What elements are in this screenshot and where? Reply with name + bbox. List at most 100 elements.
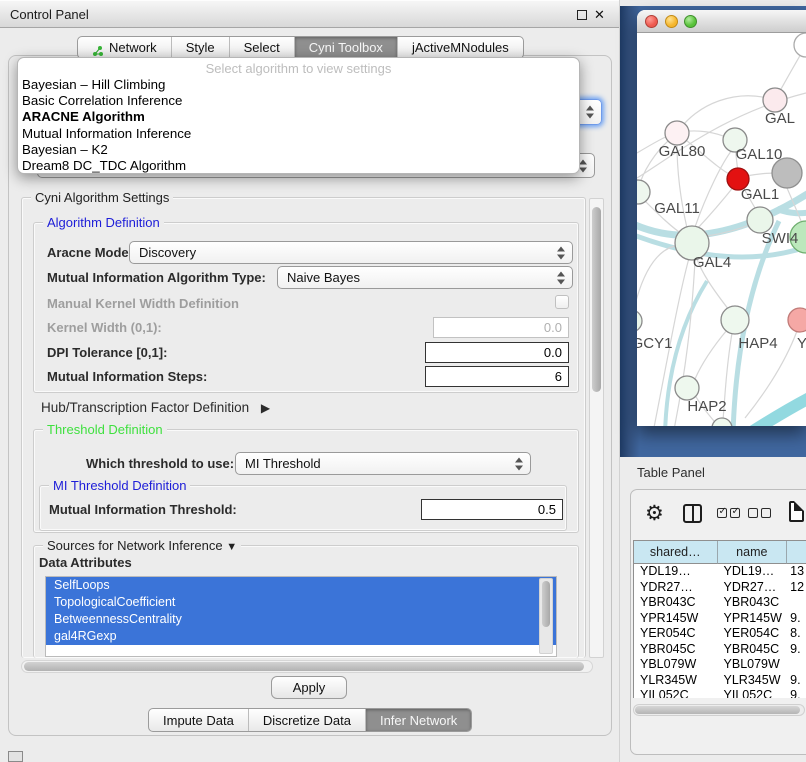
- mi-type-combobox[interactable]: Naive Bayes: [277, 266, 573, 289]
- table-row[interactable]: YBL079WYBL079W: [634, 657, 806, 673]
- table-row[interactable]: YBR043CYBR043C: [634, 595, 806, 611]
- attributes-scrollbar-thumb[interactable]: [542, 581, 550, 627]
- table-row[interactable]: YLR345WYLR345W9.: [634, 673, 806, 689]
- tab-select[interactable]: Select: [229, 37, 294, 58]
- column-header-shared-name[interactable]: shared…: [634, 541, 718, 564]
- tab-discretize-data[interactable]: Discretize Data: [248, 709, 365, 731]
- cell-value: 9.: [787, 688, 806, 698]
- tab-network[interactable]: Network: [78, 37, 171, 58]
- network-window-titlebar[interactable]: [637, 10, 806, 33]
- cell-name: YBR043C: [718, 595, 788, 611]
- combo-stepper-icon: [586, 106, 594, 119]
- algorithm-definition-legend: Algorithm Definition: [43, 215, 164, 230]
- network-canvas[interactable]: GAL GAL80 GAL10 GAL1 GAL11 SWI4 GAL4 GCY…: [637, 33, 806, 426]
- mi-threshold-label: Mutual Information Threshold:: [49, 502, 237, 517]
- node-gal80[interactable]: [665, 121, 689, 145]
- cell-name: YLR345W: [718, 673, 788, 689]
- unchecked-box-icon: [761, 508, 771, 518]
- which-threshold-combobox[interactable]: MI Threshold: [235, 452, 531, 475]
- tab-infer-network[interactable]: Infer Network: [365, 709, 471, 731]
- cell-value: 9.: [787, 642, 806, 658]
- node-gcy1[interactable]: [637, 310, 642, 332]
- table-row[interactable]: YDR27…YDR27…12: [634, 580, 806, 596]
- network-edges-thick: [637, 191, 806, 426]
- select-all-icon[interactable]: [717, 508, 740, 518]
- node-label: Y: [797, 335, 806, 352]
- tab-jactive-label: jActiveMNodules: [412, 37, 509, 58]
- table-panel: ⚙ shared… name YDL19…YDL19…13 YDR27…YDR2…: [630, 489, 806, 755]
- column-layout-icon[interactable]: [683, 504, 702, 523]
- table-hscrollbar-thumb[interactable]: [635, 706, 800, 714]
- dpi-tolerance-input[interactable]: 0.0: [425, 342, 569, 363]
- node-partial-bottom[interactable]: [712, 418, 732, 426]
- float-panel-icon[interactable]: [577, 10, 587, 20]
- algorithm-option[interactable]: Dream8 DC_TDC Algorithm: [18, 158, 579, 174]
- algorithm-option[interactable]: Mutual Information Inference: [18, 126, 579, 142]
- mi-type-label: Mutual Information Algorithm Type:: [47, 270, 266, 285]
- node-gal11[interactable]: [637, 180, 650, 204]
- combo-stepper-icon: [515, 457, 523, 470]
- node-hap4[interactable]: [721, 306, 749, 334]
- node-gal[interactable]: [763, 88, 787, 112]
- zoom-window-icon[interactable]: [684, 15, 697, 28]
- node-table: shared… name YDL19…YDL19…13 YDR27…YDR27……: [633, 540, 806, 698]
- node-salmon[interactable]: [788, 308, 806, 332]
- attributes-scrollbar[interactable]: [539, 578, 553, 654]
- settings-hscrollbar-thumb[interactable]: [24, 662, 584, 671]
- algorithm-option[interactable]: Basic Correlation Inference: [18, 93, 579, 109]
- which-threshold-value: MI Threshold: [245, 456, 321, 471]
- cell-name: YBL079W: [718, 657, 788, 673]
- export-table-icon[interactable]: [789, 501, 804, 522]
- table-row[interactable]: YPR145WYPR145W9.: [634, 611, 806, 627]
- list-item[interactable]: SelfLoops: [46, 577, 556, 594]
- combo-stepper-icon: [557, 271, 565, 284]
- deselect-all-icon[interactable]: [748, 508, 771, 518]
- apply-button[interactable]: Apply: [271, 676, 347, 699]
- cyni-settings-legend: Cyni Algorithm Settings: [31, 190, 173, 205]
- minimize-window-icon[interactable]: [665, 15, 678, 28]
- sources-legend[interactable]: Sources for Network Inference ▼: [43, 538, 241, 553]
- tab-impute-data[interactable]: Impute Data: [149, 709, 248, 731]
- list-item[interactable]: TopologicalCoefficient: [46, 594, 556, 611]
- cell-shared: YDR27…: [634, 580, 718, 596]
- algorithm-option-selected[interactable]: ARACNE Algorithm: [18, 109, 579, 125]
- node-hap2[interactable]: [675, 376, 699, 400]
- list-item[interactable]: gal4RGexp: [46, 628, 556, 645]
- node-partial[interactable]: [794, 33, 806, 57]
- close-panel-icon[interactable]: ✕: [594, 6, 605, 24]
- table-hscrollbar[interactable]: [633, 704, 805, 716]
- settings-scrollbar[interactable]: [589, 198, 604, 658]
- kernel-width-input[interactable]: 0.0: [433, 317, 569, 338]
- unchecked-box-icon: [748, 508, 758, 518]
- table-row[interactable]: YER054CYER054C8.: [634, 626, 806, 642]
- table-row[interactable]: YBR045CYBR045C9.: [634, 642, 806, 658]
- mi-steps-input[interactable]: 6: [425, 366, 569, 387]
- aracne-mode-combobox[interactable]: Discovery: [129, 241, 573, 264]
- column-header-name[interactable]: name: [718, 541, 788, 564]
- checked-box-icon: [717, 508, 727, 518]
- sources-legend-label: Sources for Network Inference: [47, 538, 223, 553]
- gear-icon[interactable]: ⚙: [645, 500, 664, 528]
- settings-hscrollbar[interactable]: [21, 660, 593, 673]
- network-desktop: GAL GAL80 GAL10 GAL1 GAL11 SWI4 GAL4 GCY…: [620, 6, 806, 457]
- settings-scrollbar-thumb[interactable]: [592, 207, 601, 392]
- cell-name: YPR145W: [718, 611, 788, 627]
- aracne-mode-label: Aracne Mode:: [47, 245, 133, 260]
- list-item[interactable]: BetweennessCentrality: [46, 611, 556, 628]
- close-window-icon[interactable]: [645, 15, 658, 28]
- mi-threshold-input[interactable]: 0.5: [421, 499, 563, 520]
- table-row[interactable]: YIL052CYIL052C9.: [634, 688, 806, 698]
- cell-shared: YIL052C: [634, 688, 718, 698]
- column-header-partial[interactable]: [787, 541, 806, 564]
- tab-jactivemnodules[interactable]: jActiveMNodules: [397, 37, 523, 58]
- algorithm-placeholder: Select algorithm to view settings: [18, 60, 579, 77]
- table-row[interactable]: YDL19…YDL19…13: [634, 564, 806, 580]
- control-panel-header: Control Panel ✕: [0, 0, 620, 28]
- hub-definition-expander[interactable]: Hub/Transcription Factor Definition ▶: [41, 400, 270, 415]
- algorithm-option[interactable]: Bayesian – Hill Climbing: [18, 77, 579, 93]
- tab-style[interactable]: Style: [171, 37, 229, 58]
- minimized-panel-icon[interactable]: [8, 751, 23, 762]
- manual-kernel-checkbox[interactable]: [555, 295, 569, 309]
- tab-cyni-toolbox[interactable]: Cyni Toolbox: [294, 37, 397, 58]
- algorithm-option[interactable]: Bayesian – K2: [18, 142, 579, 158]
